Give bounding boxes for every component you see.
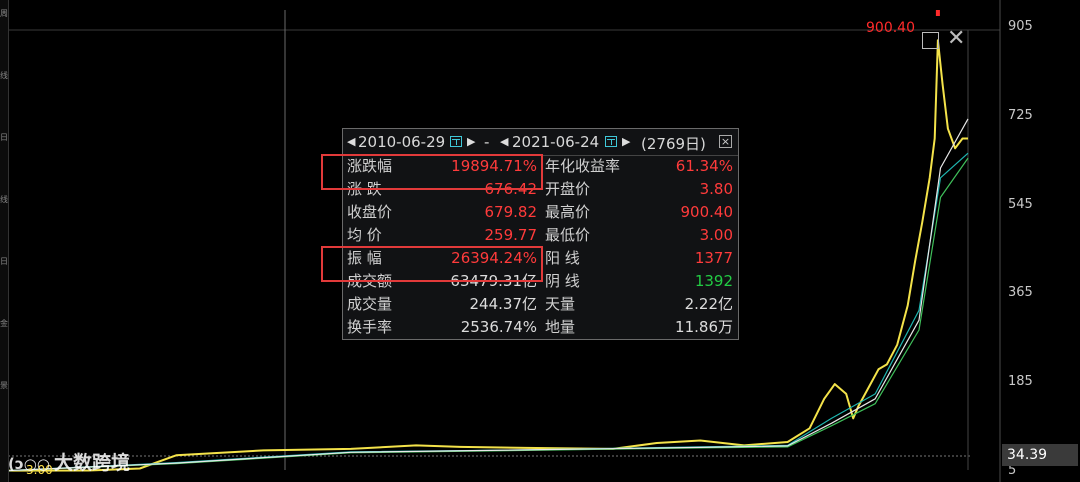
stat-value: 1392	[694, 272, 733, 290]
y-tick-label: 545	[1008, 197, 1033, 212]
end-date[interactable]: 2021-06-24	[512, 133, 599, 151]
date-separator: -	[484, 133, 490, 151]
y-tick-label: 905	[1008, 19, 1033, 34]
stat-value: 679.82	[484, 203, 538, 221]
stat-row: 最低价 3.00	[541, 224, 737, 246]
stat-row: 阳 线 1377	[541, 247, 737, 269]
max-price-tick	[935, 10, 940, 16]
stat-label: 年化收益率	[545, 157, 621, 175]
y-tick-label: 725	[1008, 108, 1033, 123]
stat-label: 均 价	[347, 226, 382, 244]
stat-value: 2536.74%	[460, 318, 537, 336]
stat-label: 天量	[545, 295, 576, 313]
stat-row: 年化收益率 61.34%	[541, 155, 737, 177]
stat-value: 3.00	[699, 226, 733, 244]
side-tab-glyph[interactable]: 景	[0, 380, 8, 391]
side-tab-glyph[interactable]: 金	[0, 318, 8, 329]
stat-row: 成交量 244.37亿	[343, 293, 541, 315]
stat-label: 地量	[545, 318, 576, 336]
watermark-logo: (ↄ○○ 大数跨境	[8, 452, 130, 474]
stat-row: 地量 11.86万	[541, 316, 737, 338]
stat-row: 均 价 259.77	[343, 224, 541, 246]
stat-label: 换手率	[347, 318, 393, 336]
start-date[interactable]: 2010-06-29	[358, 133, 445, 151]
max-price-marker: 900.40	[866, 20, 915, 36]
left-tool-strip: 周线日线日金景	[0, 0, 9, 482]
stat-label: 开盘价	[545, 180, 591, 198]
stat-value: 900.40	[680, 203, 734, 221]
maximize-icon[interactable]	[922, 32, 939, 49]
day-count: (2769日)	[641, 135, 706, 153]
current-price-tag: 34.39	[1002, 444, 1078, 466]
side-tab-glyph[interactable]: 日	[0, 132, 8, 143]
stat-value: 2.22亿	[684, 295, 733, 313]
y-tick-label: 185	[1008, 374, 1033, 389]
stat-label: 最低价	[545, 226, 591, 244]
stat-value: 244.37亿	[469, 295, 538, 313]
side-tab-glyph[interactable]: 日	[0, 256, 8, 267]
stat-row: 最高价 900.40	[541, 201, 737, 223]
stat-value: 3.80	[699, 180, 733, 198]
stat-label: 收盘价	[347, 203, 393, 221]
next-end-arrow-icon[interactable]: ▶	[622, 135, 630, 148]
stat-label: 阳 线	[545, 249, 580, 267]
stat-label: 最高价	[545, 203, 591, 221]
close-panel-icon[interactable]: ×	[719, 135, 732, 148]
stat-value: 11.86万	[675, 318, 733, 336]
prev-end-arrow-icon[interactable]: ◀	[500, 135, 508, 148]
highlight-box-amplitude	[321, 246, 543, 282]
prev-start-arrow-icon[interactable]: ◀	[347, 135, 355, 148]
stat-label: 成交量	[347, 295, 393, 313]
interval-header: ◀ 2010-06-29 ▶ - ◀ 2021-06-24 ▶ (2769日) …	[343, 129, 738, 156]
stat-value: 1377	[694, 249, 733, 267]
side-tab-glyph[interactable]: 线	[0, 70, 8, 81]
stat-value: 61.34%	[675, 157, 733, 175]
calendar-icon[interactable]	[450, 136, 462, 147]
close-chart-icon[interactable]: ✕	[947, 28, 965, 50]
stat-row: 换手率 2536.74%	[343, 316, 541, 338]
stat-label: 阴 线	[545, 272, 580, 290]
stat-row: 收盘价 679.82	[343, 201, 541, 223]
next-start-arrow-icon[interactable]: ▶	[467, 135, 475, 148]
y-tick-label: 365	[1008, 285, 1033, 300]
side-tab-glyph[interactable]: 周	[0, 8, 8, 19]
interval-stats-panel: ◀ 2010-06-29 ▶ - ◀ 2021-06-24 ▶ (2769日) …	[321, 128, 739, 340]
stat-row: 开盘价 3.80	[541, 178, 737, 200]
highlight-box-change-pct	[321, 154, 543, 190]
stat-row: 天量 2.22亿	[541, 293, 737, 315]
logo-icon: (ↄ○○	[8, 455, 50, 473]
stat-row: 阴 线 1392	[541, 270, 737, 292]
stat-value: 259.77	[484, 226, 538, 244]
side-tab-glyph[interactable]: 线	[0, 194, 8, 205]
calendar-icon[interactable]	[605, 136, 617, 147]
